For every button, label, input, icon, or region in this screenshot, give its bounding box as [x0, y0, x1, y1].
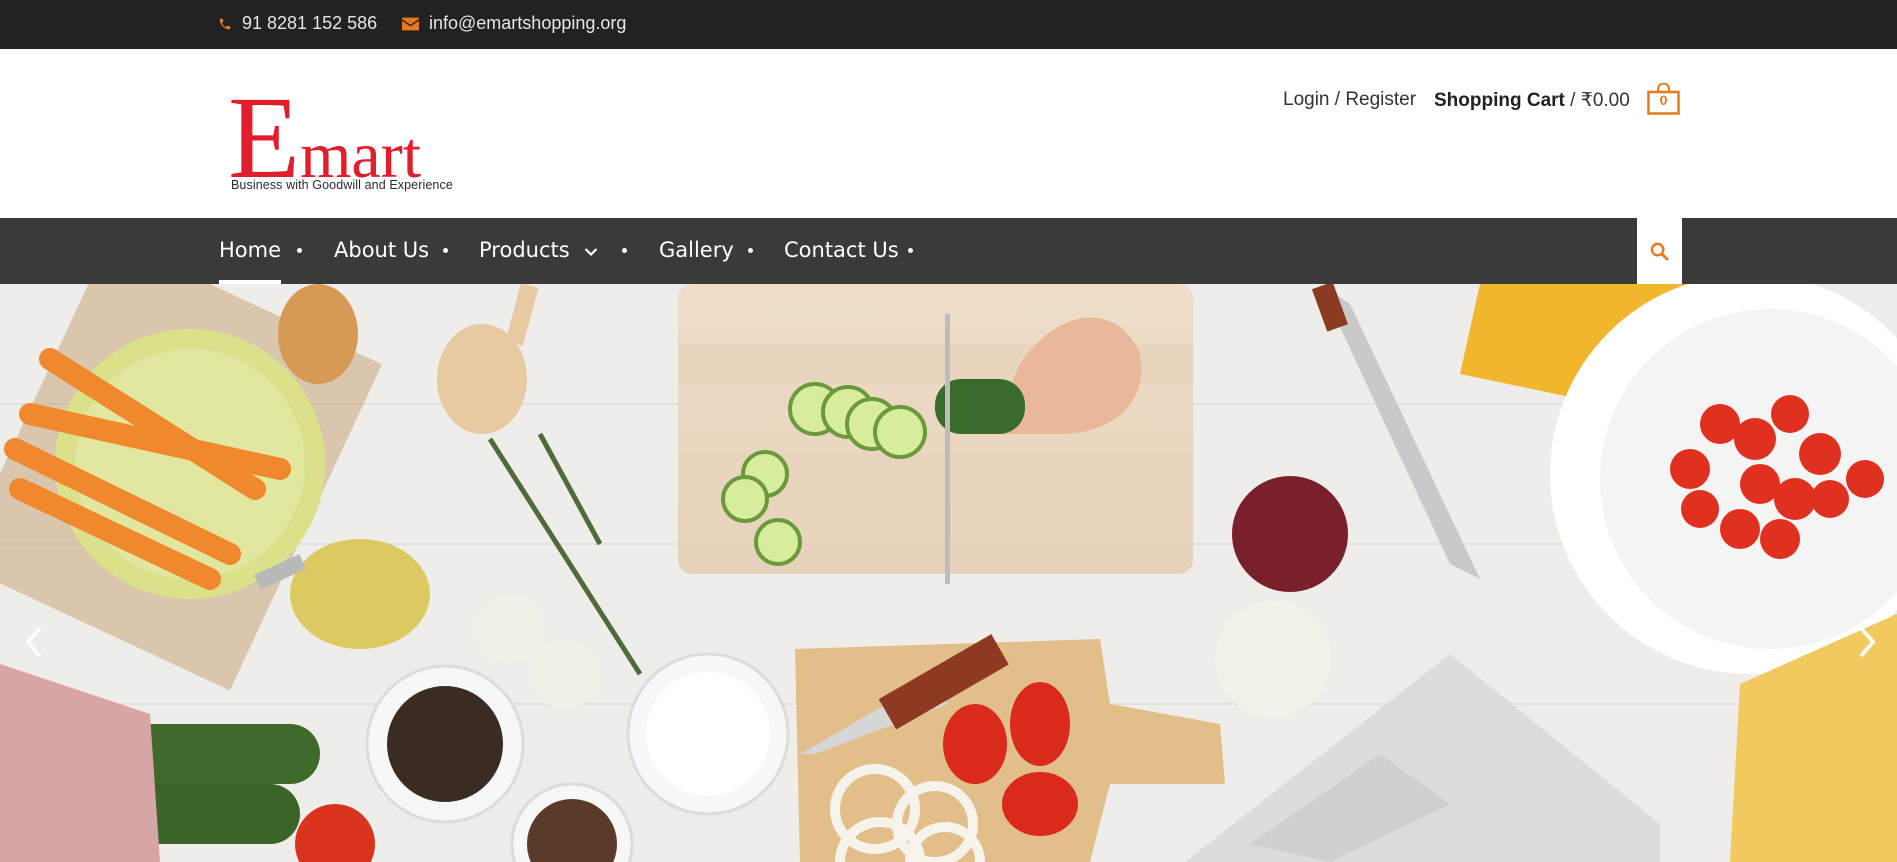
phone-number: 91 8281 152 586 — [242, 13, 378, 33]
phone-icon — [219, 18, 231, 29]
nav-separator — [622, 248, 627, 253]
site-header: Emart Business with Goodwill and Experie… — [0, 49, 1897, 218]
nav-item-products-label: Products — [479, 238, 570, 262]
nav-separator — [443, 248, 448, 253]
cart-total: / ₹0.00 — [1564, 90, 1630, 111]
hero-food-image — [0, 284, 1897, 862]
email-address: info@emartshopping.org — [429, 13, 627, 33]
login-register-link[interactable]: Login / Register — [1283, 89, 1416, 111]
slider-prev-arrow[interactable] — [22, 622, 46, 667]
nav-item-contact-us[interactable]: Contact Us — [784, 238, 899, 262]
emart-logo[interactable]: Emart Business with Goodwill and Experie… — [228, 79, 464, 197]
slider-next-arrow[interactable] — [1855, 622, 1879, 667]
cart-label: Shopping Cart — [1434, 90, 1565, 111]
logo-tagline: Business with Goodwill and Experience — [231, 178, 453, 192]
nav-separator — [297, 248, 302, 253]
chevron-right-icon — [1859, 626, 1876, 658]
nav-item-about-us[interactable]: About Us — [334, 238, 429, 262]
nav-item-products[interactable]: Products — [479, 238, 598, 262]
nav-separator — [908, 248, 913, 253]
search-button[interactable] — [1637, 218, 1682, 284]
hero-slider — [0, 284, 1897, 862]
nav-separator — [748, 248, 753, 253]
nav-item-gallery[interactable]: Gallery — [659, 238, 734, 262]
email-contact[interactable]: info@emartshopping.org — [402, 13, 626, 34]
cart-bag-icon[interactable]: 0 — [1647, 82, 1680, 115]
phone-contact[interactable]: 91 8281 152 586 — [218, 13, 377, 34]
cart-count: 0 — [1659, 92, 1668, 108]
top-contact-bar: 91 8281 152 586 info@emartshopping.org — [0, 0, 1897, 49]
envelope-icon — [402, 17, 419, 30]
chevron-left-icon — [25, 626, 42, 658]
main-navigation: Home About Us Products Gallery Contact U… — [0, 218, 1897, 284]
search-icon — [1650, 242, 1669, 261]
nav-item-home[interactable]: Home — [219, 238, 282, 284]
chevron-down-icon — [585, 248, 598, 257]
shopping-cart-link[interactable]: Shopping Cart / ₹0.00 — [1434, 89, 1630, 112]
